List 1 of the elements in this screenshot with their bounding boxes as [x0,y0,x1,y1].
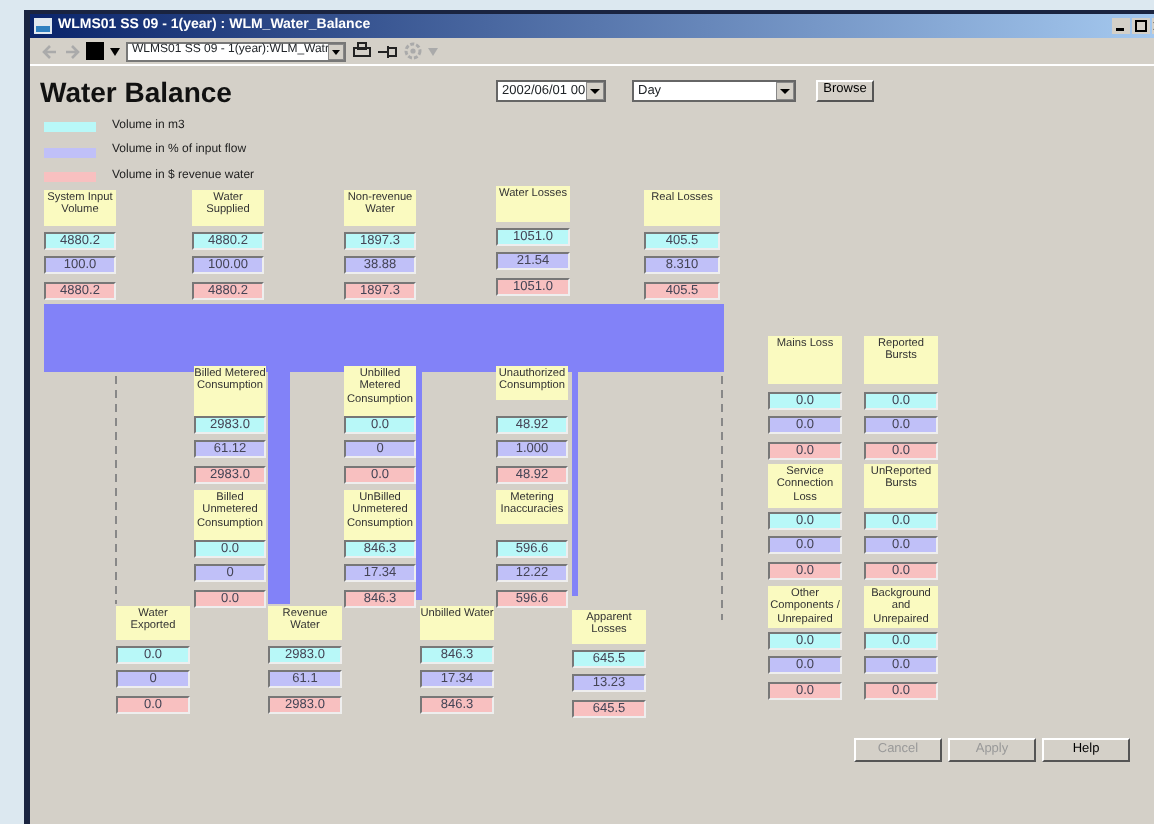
page-heading: Water Balance [40,74,232,112]
